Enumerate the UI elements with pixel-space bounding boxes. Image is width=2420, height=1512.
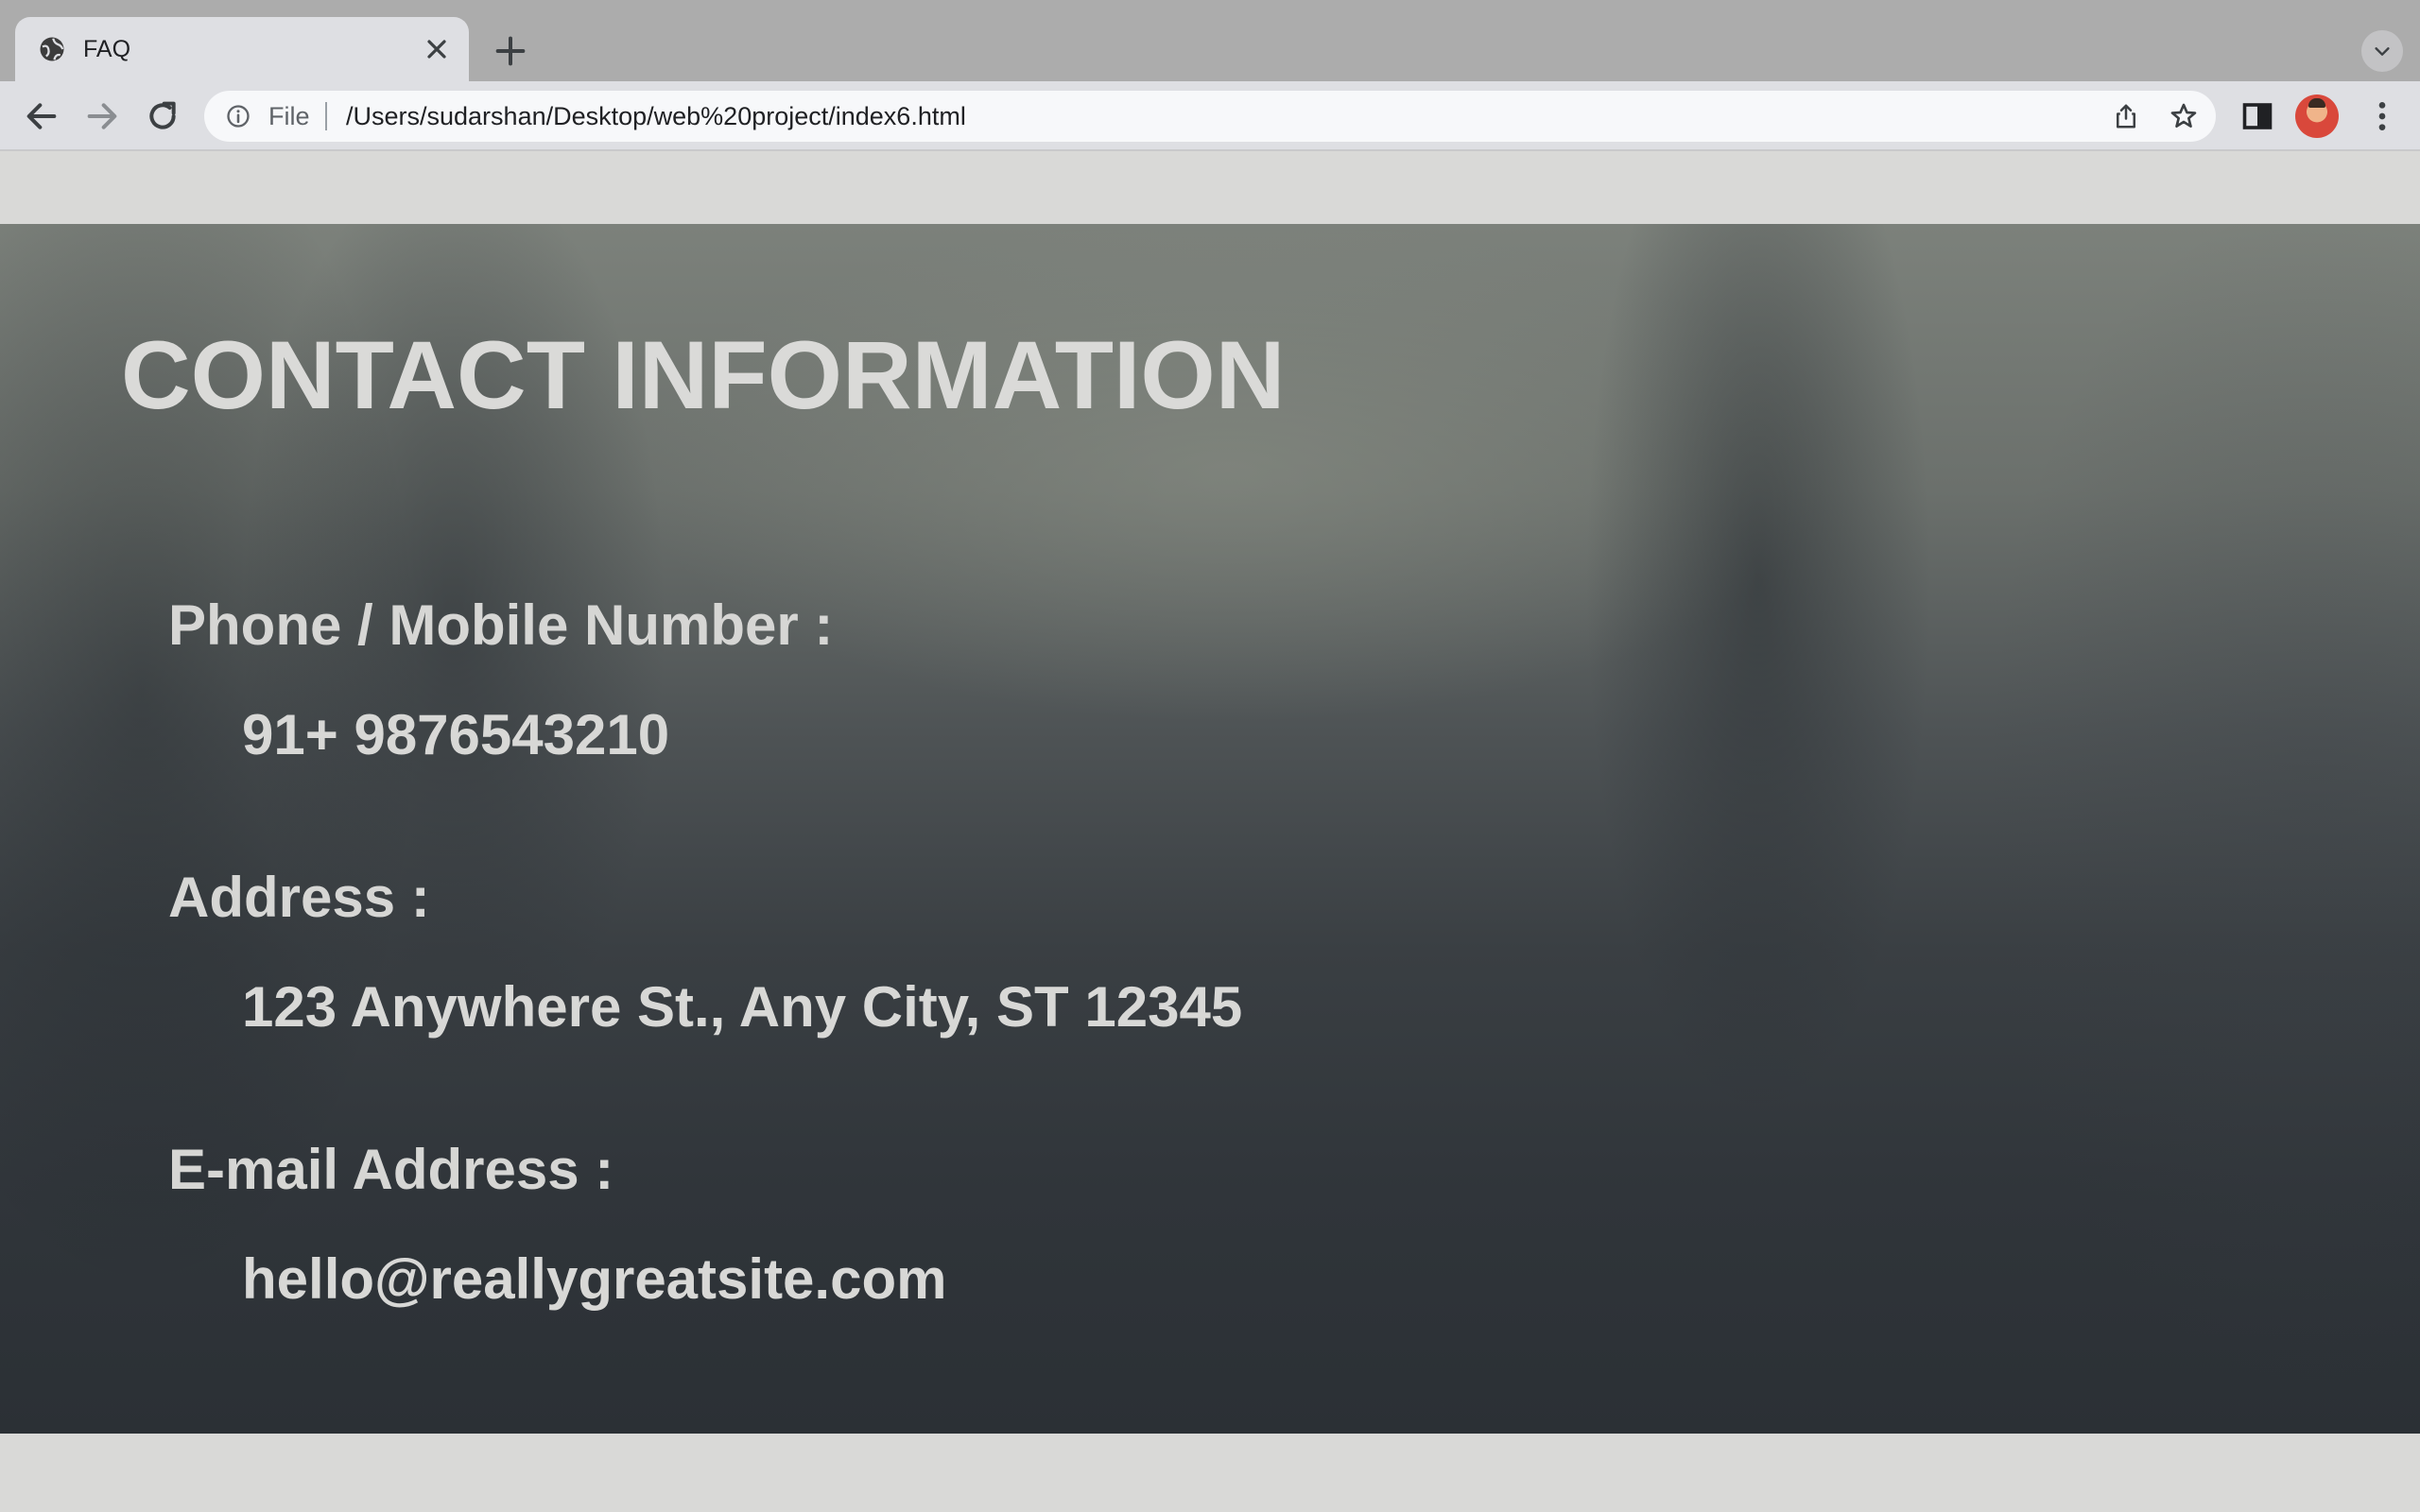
- more-vert-icon[interactable]: [2363, 97, 2401, 135]
- browser-tab[interactable]: FAQ: [15, 17, 469, 81]
- address-bar[interactable]: File /Users/sudarshan/Desktop/web%20proj…: [204, 91, 2216, 142]
- side-panel-icon[interactable]: [2240, 99, 2274, 133]
- phone-value: 91+ 9876543210: [242, 703, 670, 766]
- address-label: Address :: [168, 866, 430, 929]
- url-scheme-label: File: [268, 102, 310, 130]
- tab-title: FAQ: [83, 36, 131, 62]
- email-value: hello@reallygreatsite.com: [242, 1247, 947, 1311]
- avatar[interactable]: [2295, 94, 2339, 138]
- plus-icon[interactable]: [492, 32, 529, 70]
- tab-strip: FAQ: [0, 0, 2420, 81]
- url-text[interactable]: /Users/sudarshan/Desktop/web%20project/i…: [346, 102, 966, 130]
- page-top-band: [0, 151, 2420, 224]
- address-value: 123 Anywhere St., Any City, ST 12345: [242, 975, 1243, 1039]
- share-icon[interactable]: [2112, 102, 2140, 130]
- contact-section: CONTACT INFORMATION Phone / Mobile Numbe…: [0, 224, 2420, 1434]
- chevron-down-icon: [2375, 47, 2390, 56]
- info-icon[interactable]: [225, 103, 251, 129]
- globe-icon: [40, 37, 64, 61]
- reload-icon[interactable]: [144, 97, 182, 135]
- page-title: CONTACT INFORMATION: [121, 321, 1286, 429]
- tab-search-button[interactable]: [2361, 30, 2403, 72]
- forward-arrow-icon[interactable]: [83, 97, 121, 135]
- back-arrow-icon[interactable]: [23, 97, 60, 135]
- email-label: E-mail Address :: [168, 1138, 614, 1201]
- star-icon[interactable]: [2169, 101, 2199, 131]
- phone-label: Phone / Mobile Number :: [168, 593, 834, 657]
- browser-toolbar: File /Users/sudarshan/Desktop/web%20proj…: [0, 81, 2420, 151]
- close-icon[interactable]: [422, 34, 452, 64]
- omnibox-divider: [325, 102, 327, 130]
- page-bottom-band: [0, 1434, 2420, 1512]
